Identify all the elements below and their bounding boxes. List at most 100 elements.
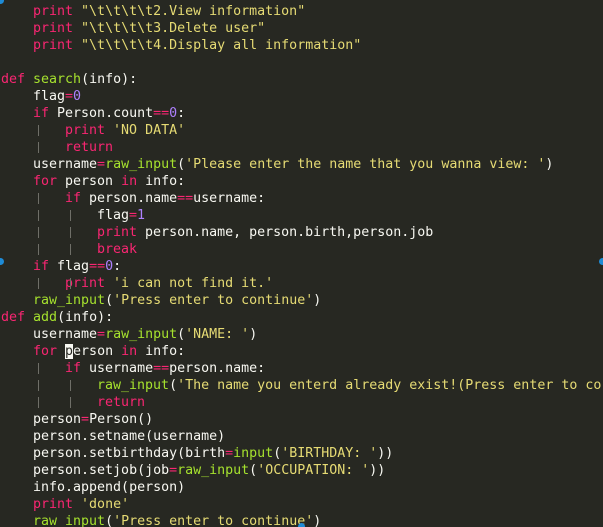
indent-guide [70,397,71,408]
code-token: 'done' [81,497,130,512]
code-token: username [33,157,98,172]
code-token: = [81,412,90,427]
code-editor[interactable]: print "\t\t\t\t2.View information" print … [0,0,603,527]
code-line[interactable]: print "\t\t\t\t2.View information" [0,3,603,20]
code-token: return [65,140,114,155]
code-line[interactable]: username=raw_input('NAME: ') [0,326,603,343]
code-token: raw_input [177,463,250,478]
code-line[interactable]: print person.name, person.birth,person.j… [0,224,603,241]
code-token: if [33,259,58,274]
code-token: if [65,361,90,376]
code-token: flag [97,208,130,223]
code-token: 'The name you enterd already exist!(Pres… [177,378,602,393]
code-area[interactable]: print "\t\t\t\t2.View information" print … [0,3,603,527]
code-token: info: [145,344,186,359]
code-token: return [97,395,146,410]
indent-guide [38,227,39,238]
code-line[interactable]: print "\t\t\t\t4.Display all information… [0,37,603,54]
code-line[interactable]: person=Person() [0,411,603,428]
code-line[interactable]: break [0,241,603,258]
code-token: ( [177,327,186,342]
code-line[interactable]: for person in info: [0,343,603,360]
code-line[interactable]: return [0,394,603,411]
code-token: print [65,123,114,138]
code-line[interactable]: person.setjob(job=raw_input('OCCUPATION:… [0,462,603,479]
code-line[interactable]: return [0,139,603,156]
code-line[interactable]: if person.name==username: [0,190,603,207]
code-line[interactable]: raw_input('The name you enterd already e… [0,377,603,394]
code-line[interactable]: username=raw_input('Please enter the nam… [0,156,603,173]
code-token: add [33,310,58,325]
code-token: person.setbirthday(birth [33,446,226,461]
selection-handle-middle-right[interactable] [599,258,603,265]
code-token: flag [57,259,90,274]
code-token: if [33,106,58,121]
code-token: = [225,446,234,461]
code-line[interactable]: print 'i can not find it.' [0,275,603,292]
code-token: = [97,157,106,172]
code-token: == [153,106,170,121]
code-token: def [1,72,34,87]
code-token: 'i can not find it.' [113,276,274,291]
code-token: print [33,21,82,36]
code-token: break [97,242,138,257]
code-token: erson [73,344,122,359]
code-line[interactable]: for person in info: [0,173,603,190]
code-token: 0 [169,106,178,121]
code-token: search [33,72,82,87]
indent-guide [38,278,39,289]
code-token: ( [105,514,114,527]
code-line[interactable]: if Person.count==0: [0,105,603,122]
code-token: )) [377,446,394,461]
code-token: ( [105,293,114,308]
code-token: == [153,361,170,376]
code-token: 1 [137,208,146,223]
code-token: : [113,259,122,274]
indent-guide [70,210,71,221]
code-line[interactable]: print 'done' [0,496,603,513]
code-line[interactable]: print 'NO DATA' [0,122,603,139]
indent-guide [38,380,39,391]
code-token: person.name: [169,361,266,376]
code-token: 0 [73,89,82,104]
indent-guide [38,210,39,221]
code-token: print [33,497,82,512]
code-token: print [97,225,146,240]
code-token: ) [545,157,554,172]
code-line[interactable]: person.setname(username) [0,428,603,445]
code-token: info: [145,174,186,189]
code-token: username [33,327,98,342]
text-cursor: p [65,344,74,359]
selection-handle-bottom-middle[interactable] [298,523,305,527]
code-line[interactable]: person.setbirthday(birth=input('BIRTHDAY… [0,445,603,462]
code-line[interactable]: if flag==0: [0,258,603,275]
code-token: if [65,191,90,206]
code-token: raw_input [33,514,106,527]
code-line[interactable]: info.append(person) [0,479,603,496]
code-line[interactable]: def search(info): [0,71,603,88]
indent-guide [38,125,39,136]
code-token: in [121,174,146,189]
code-token: "\t\t\t\t2.View information" [81,4,306,19]
code-line[interactable] [0,54,603,71]
code-token: ) [313,293,322,308]
code-token: ) [313,514,322,527]
indent-guide [38,397,39,408]
indent-guide [70,278,71,289]
code-token: = [169,463,178,478]
code-token: Person() [89,412,154,427]
code-token: 'Please enter the name that you wanna vi… [185,157,546,172]
code-token: ( [273,446,282,461]
code-line[interactable]: if username==person.name: [0,360,603,377]
code-token: print [33,38,82,53]
code-token: 'NO DATA' [113,123,186,138]
code-line[interactable]: def add(info): [0,309,603,326]
code-token: 'BIRTHDAY: ' [281,446,378,461]
code-token: raw_input [105,327,178,342]
indent-guide [38,363,39,374]
code-line[interactable]: print "\t\t\t\t3.Delete user" [0,20,603,37]
code-line[interactable]: flag=0 [0,88,603,105]
code-token: flag [33,89,66,104]
code-line[interactable]: flag=1 [0,207,603,224]
code-line[interactable]: raw_input('Press enter to continue') [0,292,603,309]
